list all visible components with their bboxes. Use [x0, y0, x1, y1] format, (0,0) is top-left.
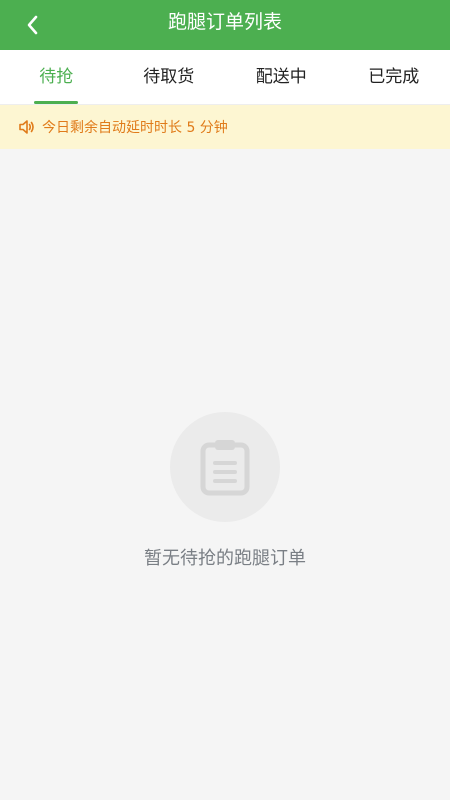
empty-state-icon-circle	[170, 412, 280, 522]
page-title: 跑腿订单列表	[167, 11, 282, 33]
empty-state: 暂无待抢的跑腿订单	[0, 412, 450, 570]
notice-text: 今日剩余自动延时时长 5 分钟	[42, 120, 228, 136]
empty-state-message: 暂无待抢的跑腿订单	[144, 548, 306, 569]
tab-completed[interactable]: 已完成	[338, 50, 450, 104]
clipboard-icon	[199, 437, 251, 497]
speaker-icon	[18, 118, 36, 136]
app-header: 跑腿订单列表	[0, 0, 450, 50]
tab-pending[interactable]: 待抢	[0, 50, 113, 104]
tab-bar: 待抢 待取货 配送中 已完成	[0, 50, 450, 105]
active-tab-indicator	[34, 101, 79, 104]
tab-label: 已完成	[368, 67, 420, 87]
tab-delivering[interactable]: 配送中	[225, 50, 338, 104]
notice-bar: 今日剩余自动延时时长 5 分钟	[0, 105, 450, 149]
tab-label: 配送中	[255, 67, 307, 87]
tab-label: 待取货	[143, 67, 195, 87]
tab-label: 待抢	[39, 67, 74, 87]
tab-to-pickup[interactable]: 待取货	[113, 50, 226, 104]
